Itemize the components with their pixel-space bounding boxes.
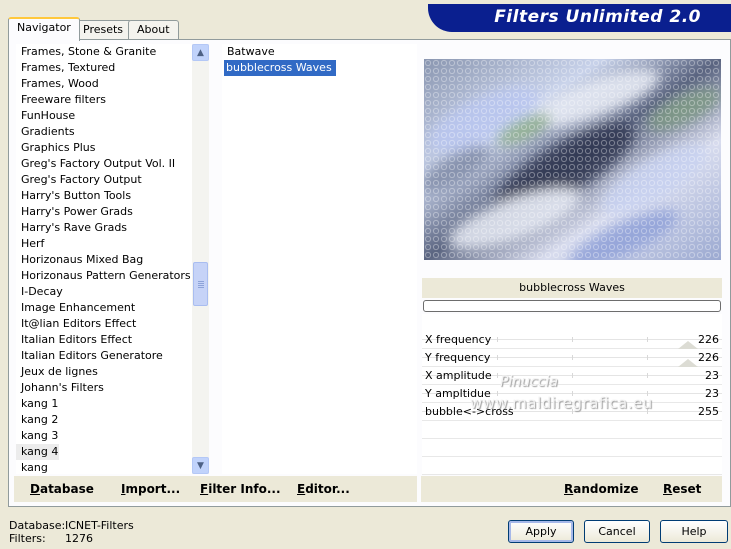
param-value: 226 (698, 333, 719, 346)
param-label: Y ampltidue (425, 387, 491, 400)
param-row-x-amplitude[interactable]: X amplitude 23 (422, 367, 722, 385)
list-item[interactable]: Horizonaus Pattern Generators (16, 268, 192, 284)
param-value: 23 (705, 387, 719, 400)
tab-navigator[interactable]: Navigator (8, 17, 80, 41)
scrollbar-thumb[interactable] (193, 262, 208, 306)
list-item[interactable]: Greg's Factory Output (16, 172, 192, 188)
filters-count-value: 1276 (65, 532, 93, 545)
database-label: Database: (9, 519, 66, 532)
filter-info-button[interactable]: Filter Info... (200, 482, 281, 496)
param-label: bubble<->cross (425, 405, 514, 418)
right-toolbar: Randomize Reset (421, 476, 722, 502)
database-info: Database:ICNET-Filters Filters: 1276 (9, 519, 134, 545)
param-value: 255 (698, 405, 719, 418)
param-row-y-amplitude[interactable]: Y ampltidue 23 (422, 385, 722, 403)
list-item[interactable]: Johann's Filters (16, 380, 192, 396)
app-title: Filters Unlimited 2.0 (494, 7, 701, 27)
list-item[interactable]: Freeware filters (16, 92, 192, 108)
list-item[interactable]: kang 3 (16, 428, 192, 444)
param-row-y-frequency[interactable]: Y frequency 226 (422, 349, 722, 367)
list-item[interactable]: Frames, Textured (16, 60, 192, 76)
list-item[interactable]: Harry's Rave Grads (16, 220, 192, 236)
parameter-panel: X frequency 226 Y frequency 226 X amplit… (422, 314, 722, 475)
apply-button[interactable]: Apply (508, 520, 574, 543)
param-label: X frequency (425, 333, 492, 346)
list-item[interactable]: FunHouse (16, 108, 192, 124)
slider-handle-icon[interactable] (678, 341, 698, 349)
database-value: ICNET-Filters (65, 519, 134, 532)
chevron-down-icon[interactable]: ▼ (192, 457, 209, 474)
param-row-empty (422, 439, 722, 457)
list-item[interactable]: Gradients (16, 124, 192, 140)
list-item[interactable]: Harry's Button Tools (16, 188, 192, 204)
list-item[interactable]: Greg's Factory Output Vol. II (16, 156, 192, 172)
list-item[interactable]: Herf (16, 236, 192, 252)
category-scrollbar[interactable]: ▲ ▼ (192, 44, 209, 474)
list-item[interactable]: Graphics Plus (16, 140, 192, 156)
title-banner: Filters Unlimited 2.0 (428, 4, 731, 32)
list-item[interactable]: I-Decay (16, 284, 192, 300)
list-item[interactable]: Italian Editors Generatore (16, 348, 192, 364)
list-item[interactable]: Jeux de lignes (16, 364, 192, 380)
slider-handle-icon[interactable] (678, 359, 698, 367)
list-item[interactable]: Frames, Wood (16, 76, 192, 92)
reset-button[interactable]: Reset (663, 482, 701, 496)
list-item[interactable]: Frames, Stone & Granite (16, 44, 192, 60)
filter-name-label: bubblecross Waves (422, 278, 722, 298)
param-value: 226 (698, 351, 719, 364)
preview-pattern (424, 59, 721, 260)
list-item[interactable]: kang (16, 460, 192, 474)
editor-button[interactable]: Editor... (297, 482, 350, 496)
param-label: Y frequency (425, 351, 491, 364)
param-row-bubble-cross[interactable]: bubble<->cross 255 (422, 403, 722, 421)
import-button[interactable]: Import... (121, 482, 180, 496)
list-item[interactable]: It@lian Editors Effect (16, 316, 192, 332)
chevron-up-icon[interactable]: ▲ (192, 44, 209, 61)
database-button[interactable]: Database (30, 482, 94, 496)
list-item[interactable]: kang 4 (16, 444, 59, 460)
randomize-button[interactable]: Randomize (564, 482, 638, 496)
list-item[interactable]: kang 2 (16, 412, 192, 428)
category-list[interactable]: Frames, Stone & Granite Frames, Textured F… (16, 44, 192, 474)
filter-list[interactable]: Batwave bubblecross Waves (222, 44, 417, 474)
filter-preview-image (424, 59, 721, 260)
param-value: 23 (705, 369, 719, 382)
param-row-empty (422, 421, 722, 439)
param-label: X amplitude (425, 369, 492, 382)
list-item[interactable]: Horizonaus Mixed Bag (16, 252, 192, 268)
progress-bar (423, 300, 721, 312)
list-item[interactable]: Italian Editors Effect (16, 332, 192, 348)
list-item[interactable]: Batwave (222, 44, 417, 60)
help-button[interactable]: Help (660, 520, 728, 543)
list-item[interactable]: Harry's Power Grads (16, 204, 192, 220)
param-row-empty (422, 457, 722, 475)
left-toolbar: Database Import... Filter Info... Editor… (14, 476, 417, 502)
list-item[interactable]: Image Enhancement (16, 300, 192, 316)
tab-presets[interactable]: Presets (74, 20, 133, 39)
tab-about[interactable]: About (128, 20, 179, 39)
param-row-x-frequency[interactable]: X frequency 226 (422, 331, 722, 349)
list-item[interactable]: kang 1 (16, 396, 192, 412)
selected-filter-item[interactable]: bubblecross Waves (224, 60, 336, 76)
filters-count-label: Filters: (9, 532, 46, 545)
cancel-button[interactable]: Cancel (584, 520, 650, 543)
